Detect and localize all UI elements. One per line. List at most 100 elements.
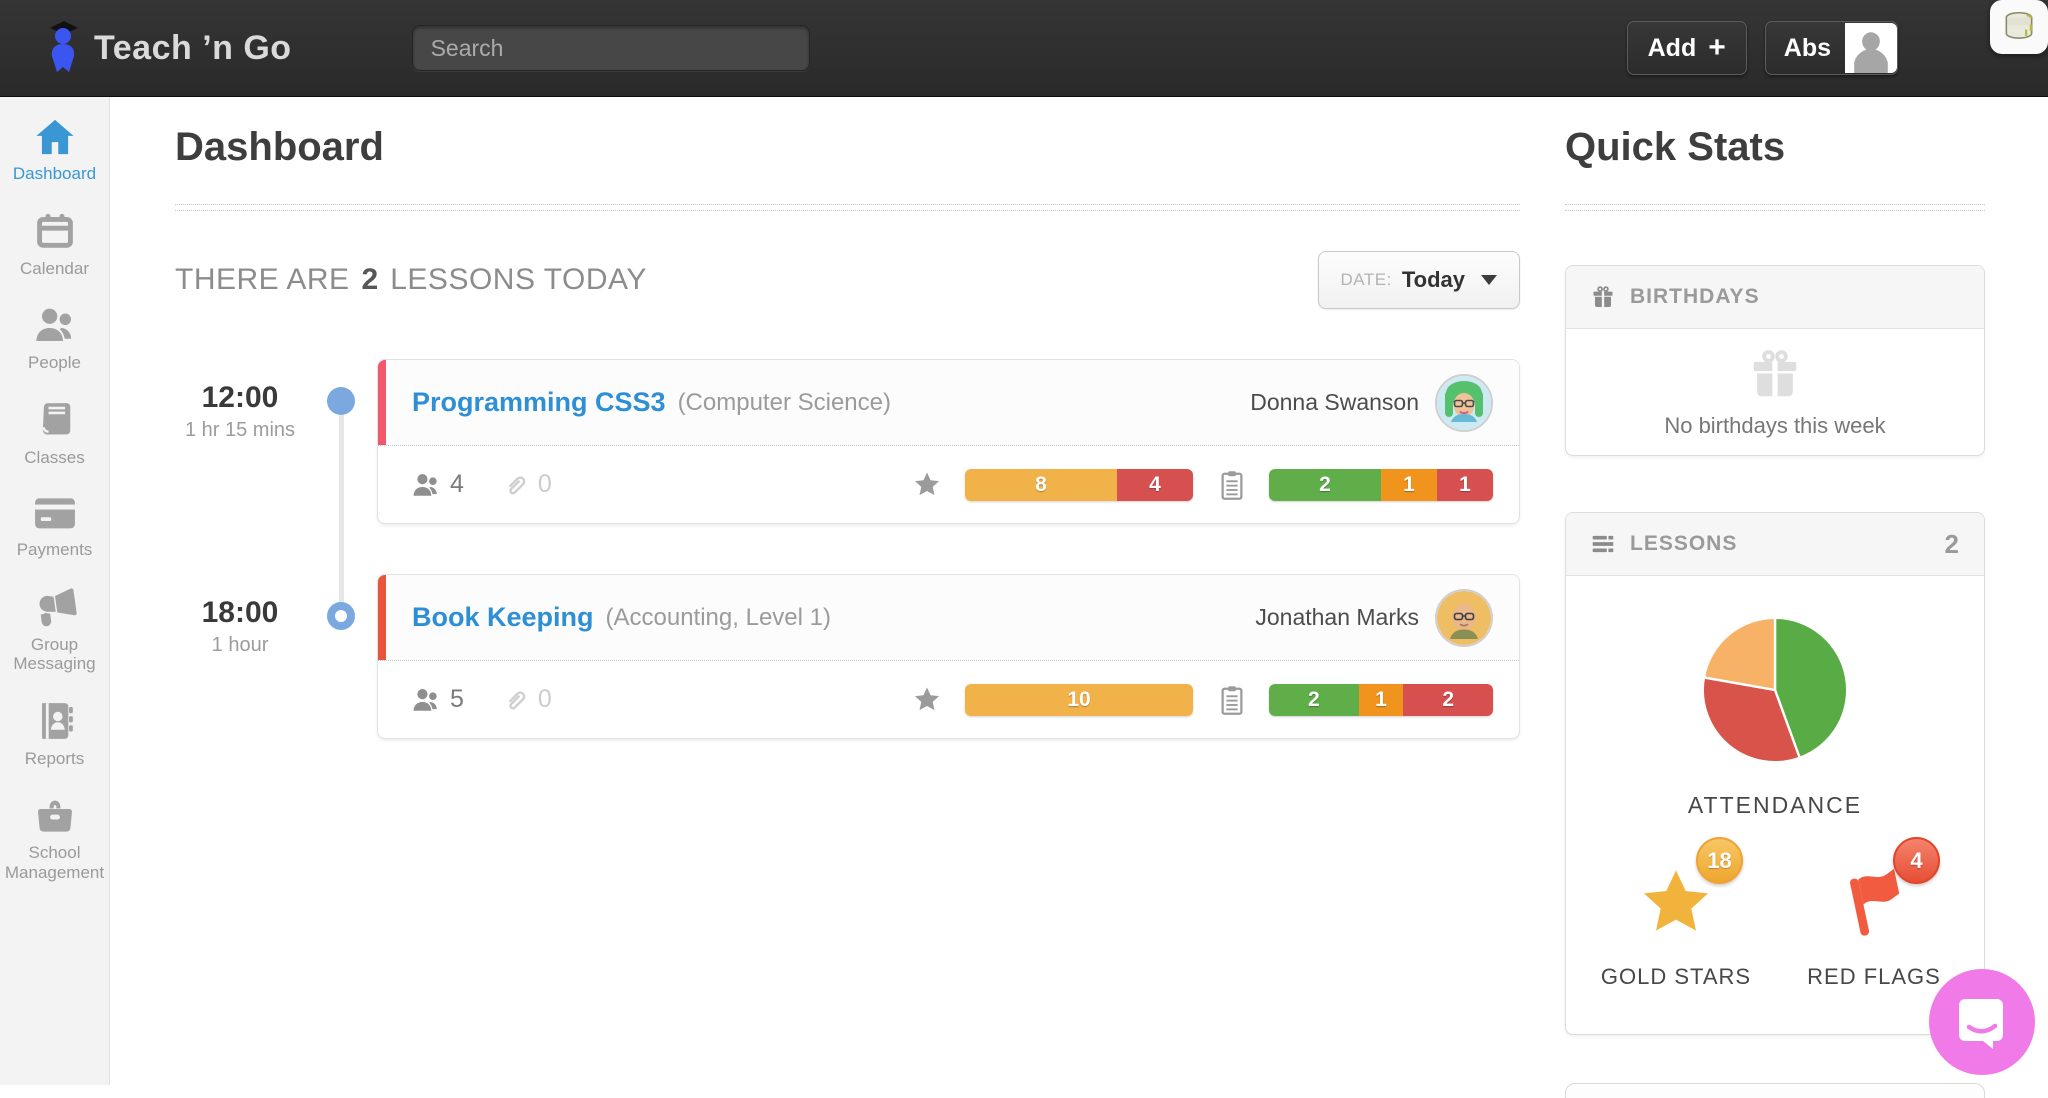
star-flag-bar: 10 (965, 684, 1193, 716)
add-button-label: Add (1648, 34, 1697, 63)
divider (175, 204, 1520, 211)
gold-stars-badge: 18 (1696, 837, 1743, 884)
sidebar-item-people[interactable]: People (0, 304, 109, 373)
attendance-chart-label: ATTENDANCE (1688, 792, 1862, 819)
date-filter-value: Today (1402, 267, 1465, 293)
lesson-time: 12:00 (175, 381, 305, 415)
gift-icon (1590, 284, 1616, 310)
birthdays-header: BIRTHDAYS (1630, 285, 1760, 309)
bar-segment: 2 (1269, 469, 1381, 501)
attendance-bar: 211 (1269, 469, 1493, 501)
absences-button-label: Abs (1784, 34, 1831, 63)
attendance-pie-chart (1699, 614, 1851, 766)
book-icon (34, 399, 76, 441)
brand-icon (40, 20, 86, 76)
lesson-time: 18:00 (175, 596, 305, 630)
lesson-subject: (Computer Science) (678, 389, 891, 417)
chevron-down-icon (1481, 275, 1497, 285)
quick-stats-title: Quick Stats (1565, 125, 1985, 170)
browser-extension-button[interactable] (1990, 0, 2048, 54)
red-flags-badge: 4 (1893, 837, 1940, 884)
star-flag-bar: 84 (965, 469, 1193, 501)
lesson-subject: (Accounting, Level 1) (606, 604, 831, 632)
lesson-card[interactable]: Book Keeping (Accounting, Level 1) Jonat… (377, 574, 1520, 739)
lesson-row: 12:00 1 hr 15 mins Programming CSS3 (Com… (175, 359, 1520, 524)
page-title: Dashboard (175, 125, 1520, 170)
students-icon (410, 471, 442, 499)
teacher-avatar[interactable] (1435, 589, 1493, 647)
gold-stars-label: GOLD STARS (1590, 964, 1762, 990)
toolbox-icon (33, 794, 77, 836)
pie-slice-orange (1704, 618, 1775, 690)
teacher-name[interactable]: Donna Swanson (1250, 389, 1419, 416)
people-icon (32, 304, 78, 346)
coin-stack-icon (2000, 7, 2038, 47)
teacher-avatar-image (1437, 376, 1491, 430)
date-filter-dropdown[interactable]: DATE: Today (1318, 251, 1520, 309)
list-icon (1590, 531, 1616, 557)
lesson-card[interactable]: Programming CSS3 (Computer Science) Donn… (377, 359, 1520, 524)
plus-icon: + (1708, 33, 1726, 63)
bar-segment: 2 (1269, 684, 1359, 716)
attendance-clipboard-icon (1217, 468, 1247, 502)
students-icon (410, 686, 442, 714)
chat-launcher-button[interactable] (1929, 969, 2035, 1075)
quick-stats-panel: Quick Stats BIRTHDAYS (1565, 97, 2048, 1085)
date-filter-label: DATE: (1341, 270, 1392, 290)
person-silhouette-icon (1847, 27, 1895, 73)
lessons-header: LESSONS (1630, 532, 1737, 556)
megaphone-icon (32, 586, 78, 628)
lesson-title-link[interactable]: Book Keeping (412, 602, 594, 633)
bar-segment: 2 (1403, 684, 1493, 716)
paperclip-icon (500, 685, 530, 715)
user-avatar[interactable] (1845, 23, 1897, 73)
lessons-timeline: 12:00 1 hr 15 mins Programming CSS3 (Com… (175, 359, 1520, 739)
bar-segment: 10 (965, 684, 1193, 716)
search-input[interactable] (412, 25, 810, 71)
sidebar-item-calendar[interactable]: Calendar (0, 210, 109, 279)
brand-name: Teach ’n Go (94, 29, 292, 68)
bar-segment: 1 (1437, 469, 1493, 501)
sidebar-item-dashboard[interactable]: Dashboard (0, 117, 109, 184)
sidebar-item-reports[interactable]: Reports (0, 700, 109, 769)
sidebar-item-school-management[interactable]: School Management (0, 794, 109, 882)
address-book-icon (34, 700, 76, 742)
sidebar-navigation: Dashboard Calendar (0, 97, 110, 1085)
calendar-icon (33, 210, 77, 252)
sidebar-item-classes[interactable]: Classes (0, 399, 109, 468)
lessons-count-suffix: LESSONS TODAY (390, 263, 647, 297)
teacher-avatar-image (1437, 591, 1491, 645)
sidebar-item-payments[interactable]: Payments (0, 493, 109, 560)
lessons-header-count: 2 (1945, 529, 1960, 560)
app-logo[interactable]: Teach ’n Go (40, 20, 292, 76)
divider (1565, 204, 1985, 211)
lesson-duration: 1 hour (175, 634, 305, 657)
add-button[interactable]: Add + (1627, 21, 1747, 75)
sidebar-item-group-messaging[interactable]: Group Messaging (0, 586, 109, 674)
teacher-name[interactable]: Jonathan Marks (1255, 604, 1419, 631)
lessons-stats-card: LESSONS 2 ATTENDANCE 18 (1565, 512, 1985, 1035)
lesson-accent-bar (378, 575, 386, 660)
star-icon (911, 469, 943, 501)
absences-button[interactable]: Abs (1765, 21, 1898, 75)
bar-segment: 8 (965, 469, 1117, 501)
star-icon (911, 684, 943, 716)
lessons-count-number: 2 (362, 263, 379, 297)
paperclip-icon (500, 470, 530, 500)
birthdays-card: BIRTHDAYS No birthdays this week (1565, 265, 1985, 456)
teacher-avatar[interactable] (1435, 374, 1493, 432)
main-content: Dashboard THERE ARE 2 LESSONS TODAY DATE… (110, 97, 1565, 1085)
gift-icon-large (1746, 345, 1804, 403)
next-card-edge (1565, 1083, 1985, 1098)
lesson-title-link[interactable]: Programming CSS3 (412, 387, 666, 418)
timeline-dot (327, 387, 355, 415)
bar-segment: 4 (1117, 469, 1193, 501)
gold-stars-stat: 18 GOLD STARS (1590, 863, 1762, 990)
attendance-bar: 212 (1269, 684, 1493, 716)
bar-segment: 1 (1359, 684, 1404, 716)
lesson-accent-bar (378, 360, 386, 445)
home-icon (33, 117, 77, 157)
students-count: 5 (450, 685, 464, 714)
lesson-row: 18:00 1 hour Book Keeping (Accounting, L… (175, 574, 1520, 739)
attendance-clipboard-icon (1217, 683, 1247, 717)
